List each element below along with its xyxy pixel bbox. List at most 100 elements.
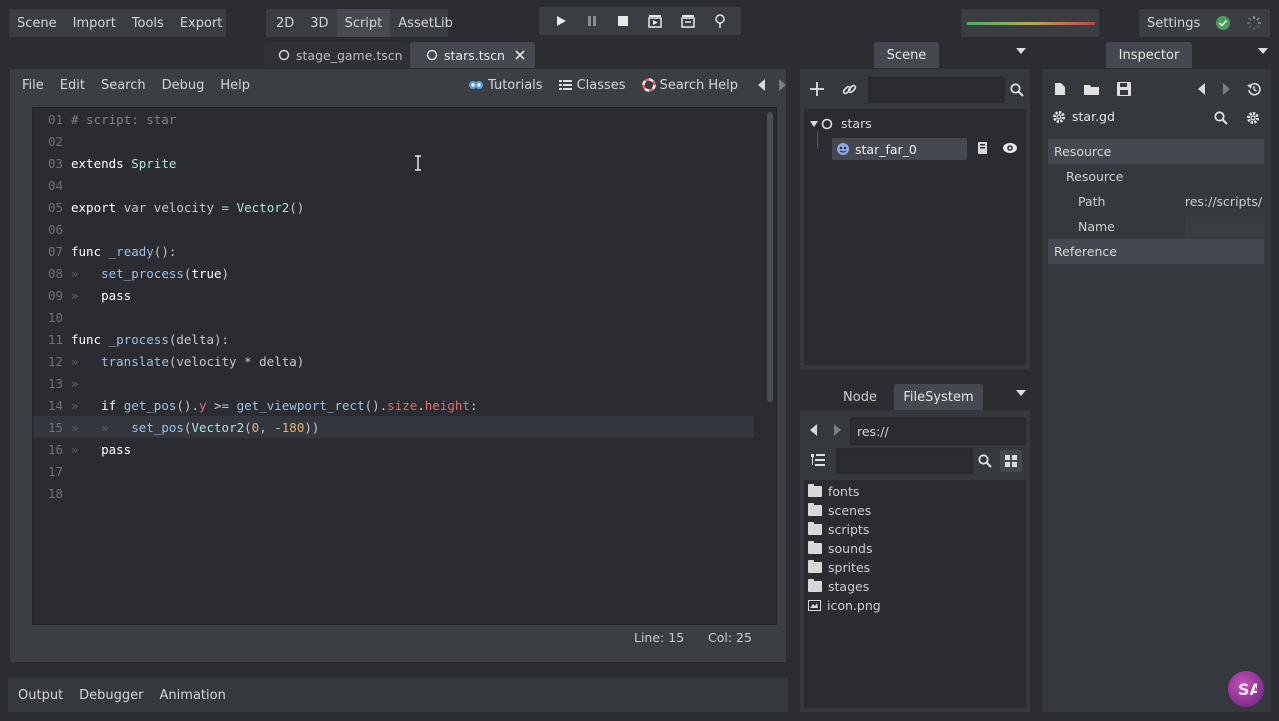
code-line[interactable]: 13 » <box>33 372 754 394</box>
tab-filesystem[interactable]: FileSystem <box>894 384 983 410</box>
history-forward-icon[interactable] <box>1222 83 1230 95</box>
search-icon[interactable] <box>1214 111 1228 125</box>
pause-icon[interactable] <box>586 15 598 27</box>
search-icon[interactable] <box>1010 83 1024 97</box>
code-line[interactable]: 14 » if get_pos().y >= get_viewport_rect(… <box>33 394 754 416</box>
workspace-2d[interactable]: 2D <box>268 9 302 37</box>
fs-folder-item[interactable]: sounds <box>804 539 1026 558</box>
workspace-3d[interactable]: 3D <box>302 9 336 37</box>
path-value[interactable]: res://scripts/ <box>1185 194 1264 209</box>
code-line[interactable]: 11 func _process(delta): <box>33 328 754 350</box>
gear-icon <box>1053 110 1065 123</box>
code-line[interactable]: 02 <box>33 130 754 152</box>
code-line[interactable]: 04 <box>33 174 754 196</box>
play-scene-icon[interactable] <box>647 14 662 28</box>
dock-menu-arrow-icon[interactable] <box>1016 390 1026 397</box>
search-icon[interactable] <box>978 454 992 468</box>
code-line[interactable]: 12 » translate(velocity * delta) <box>33 350 754 372</box>
history-back-icon[interactable] <box>1198 83 1206 95</box>
fs-filter-input[interactable] <box>836 448 973 474</box>
forward-arrow-icon[interactable] <box>778 79 786 91</box>
settings-button[interactable]: Settings <box>1147 16 1200 31</box>
scene-filter-input[interactable] <box>868 77 1005 103</box>
fs-back-icon[interactable] <box>810 424 818 436</box>
code-line[interactable]: 16 » pass <box>33 438 754 460</box>
code-line[interactable]: 06 <box>33 218 754 240</box>
code-line[interactable]: 17 <box>33 460 754 482</box>
scene-tab-stars[interactable]: stars.tscn <box>410 42 535 68</box>
script-menu-help[interactable]: Help <box>212 73 258 97</box>
code-line[interactable]: 09 » pass <box>33 284 754 306</box>
code-line[interactable]: 03 extends Sprite <box>33 152 754 174</box>
code-line[interactable]: 08 » set_process(true) <box>33 262 754 284</box>
new-resource-icon[interactable] <box>1054 82 1066 96</box>
play-icon[interactable] <box>555 15 567 27</box>
grid-view-icon[interactable] <box>1000 450 1022 472</box>
inspector-tab[interactable]: Inspector <box>1106 42 1192 68</box>
script-menu-search[interactable]: Search <box>93 73 154 97</box>
link-icon[interactable] <box>842 82 857 97</box>
code-line[interactable]: 18 <box>33 482 754 504</box>
dock-menu-arrow-icon[interactable] <box>1258 48 1268 55</box>
inspected-object[interactable]: star.gd <box>1052 109 1115 124</box>
script-menu-edit[interactable]: Edit <box>52 73 93 97</box>
visibility-eye-icon[interactable] <box>1002 141 1018 155</box>
menu-tools[interactable]: Tools <box>124 9 172 37</box>
workspace-assetlib[interactable]: AssetLib <box>390 9 461 37</box>
close-icon[interactable] <box>515 50 525 60</box>
script-menu-debug[interactable]: Debug <box>154 73 213 97</box>
history-icon[interactable] <box>1247 82 1261 96</box>
classes-button[interactable]: Classes <box>558 78 626 93</box>
code-line[interactable]: 05 export var velocity = Vector2() <box>33 196 754 218</box>
tutorials-button[interactable]: Tutorials <box>468 78 543 93</box>
stop-icon[interactable] <box>617 15 629 27</box>
tab-animation[interactable]: Animation <box>152 678 234 712</box>
workspace-script[interactable]: Script <box>336 9 391 37</box>
search-help-button[interactable]: Search Help <box>641 78 738 93</box>
code-editor[interactable]: 01 # script: star 02 03 extends Sprite 04 05 ex… <box>32 107 777 625</box>
remote-debug-icon[interactable] <box>714 14 726 28</box>
scrollbar-track[interactable] <box>766 112 774 620</box>
check-icon <box>1216 16 1231 30</box>
back-arrow-icon[interactable] <box>758 79 766 91</box>
code-line[interactable]: 10 <box>33 306 754 328</box>
fs-folder-item[interactable]: scenes <box>804 501 1026 520</box>
fs-path-input[interactable]: res:// <box>850 417 1026 445</box>
open-folder-icon[interactable] <box>1084 83 1099 95</box>
section-resource[interactable]: Resource <box>1048 139 1264 164</box>
tree-toggle-icon[interactable] <box>811 454 825 467</box>
save-icon[interactable] <box>1117 82 1131 96</box>
fs-folder-item[interactable]: scripts <box>804 520 1026 539</box>
tab-debugger[interactable]: Debugger <box>71 678 151 712</box>
code-text: » pass <box>71 441 132 457</box>
menu-export[interactable]: Export <box>172 9 231 37</box>
tree-node-root[interactable]: stars <box>810 116 872 131</box>
tree-node-child[interactable]: star_far_0 <box>832 138 967 160</box>
menu-import[interactable]: Import <box>65 9 124 37</box>
add-node-icon[interactable] <box>810 82 824 96</box>
script-attached-icon[interactable] <box>976 141 990 155</box>
menu-scene[interactable]: Scene <box>9 9 65 37</box>
line-number: 13 <box>47 375 63 391</box>
tab-output[interactable]: Output <box>10 678 71 712</box>
section-reference[interactable]: Reference <box>1048 239 1264 264</box>
fs-folder-item[interactable]: stages <box>804 577 1026 596</box>
fs-file-item[interactable]: icon.png <box>804 596 1026 615</box>
script-menu-file[interactable]: File <box>14 73 52 97</box>
subsection-resource[interactable]: Resource <box>1048 164 1264 189</box>
settings-gear-icon[interactable] <box>1246 111 1260 125</box>
scene-dock-tab[interactable]: Scene <box>874 42 939 68</box>
scrollbar-thumb[interactable] <box>767 112 773 402</box>
play-custom-icon[interactable] <box>680 14 695 28</box>
expand-arrow-icon[interactable] <box>810 120 818 127</box>
fs-folder-item[interactable]: fonts <box>804 482 1026 501</box>
code-line[interactable]: 01 # script: star <box>33 108 754 130</box>
dock-menu-arrow-icon[interactable] <box>1016 48 1026 55</box>
code-line[interactable]: 07 func _ready(): <box>33 240 754 262</box>
tab-node[interactable]: Node <box>830 384 890 410</box>
scene-tab-stage-game[interactable]: stage_game.tscn <box>264 42 409 68</box>
code-line[interactable]: 15 » » set_pos(Vector2(0, -180)) <box>33 416 754 438</box>
name-value[interactable] <box>1184 216 1264 237</box>
fs-folder-item[interactable]: sprites <box>804 558 1026 577</box>
fs-forward-icon[interactable] <box>833 424 841 436</box>
